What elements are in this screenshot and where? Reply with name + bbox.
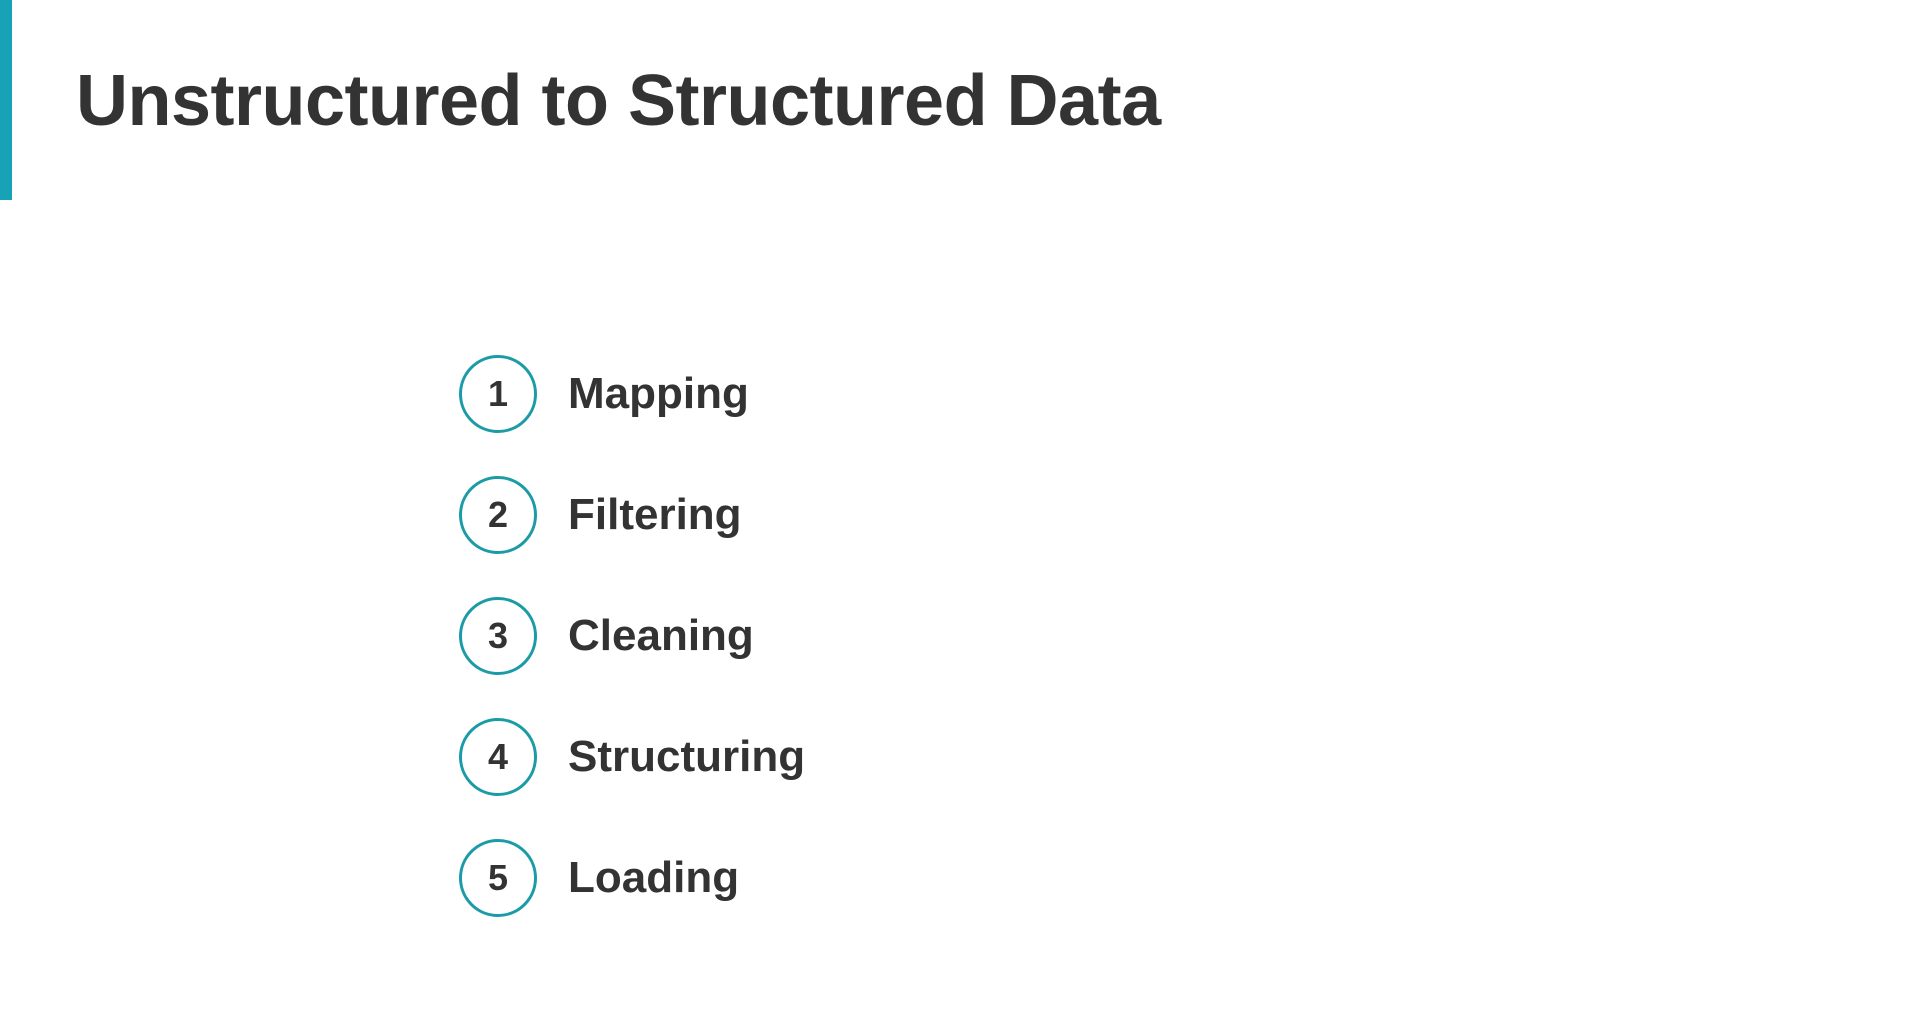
- step-label: Mapping: [568, 369, 749, 418]
- step-label: Filtering: [568, 490, 742, 539]
- step-label: Structuring: [568, 732, 806, 781]
- slide: Unstructured to Structured Data 1 Mappin…: [0, 0, 1918, 1015]
- list-item-step-1: 1 Mapping: [459, 355, 805, 433]
- step-number-circle: 2: [459, 476, 537, 554]
- list-item-step-2: 2 Filtering: [459, 476, 805, 554]
- step-number-circle: 4: [459, 718, 537, 796]
- step-number-circle: 5: [459, 839, 537, 917]
- title-accent-bar: [0, 0, 12, 200]
- slide-title: Unstructured to Structured Data: [76, 61, 1161, 141]
- step-number-circle: 3: [459, 597, 537, 675]
- step-label: Cleaning: [568, 611, 754, 660]
- list-item-step-5: 5 Loading: [459, 839, 805, 917]
- list-item-step-4: 4 Structuring: [459, 718, 805, 796]
- step-number-circle: 1: [459, 355, 537, 433]
- steps-list: 1 Mapping 2 Filtering 3 Cleaning 4 Struc…: [459, 355, 805, 917]
- list-item-step-3: 3 Cleaning: [459, 597, 805, 675]
- step-label: Loading: [568, 853, 740, 902]
